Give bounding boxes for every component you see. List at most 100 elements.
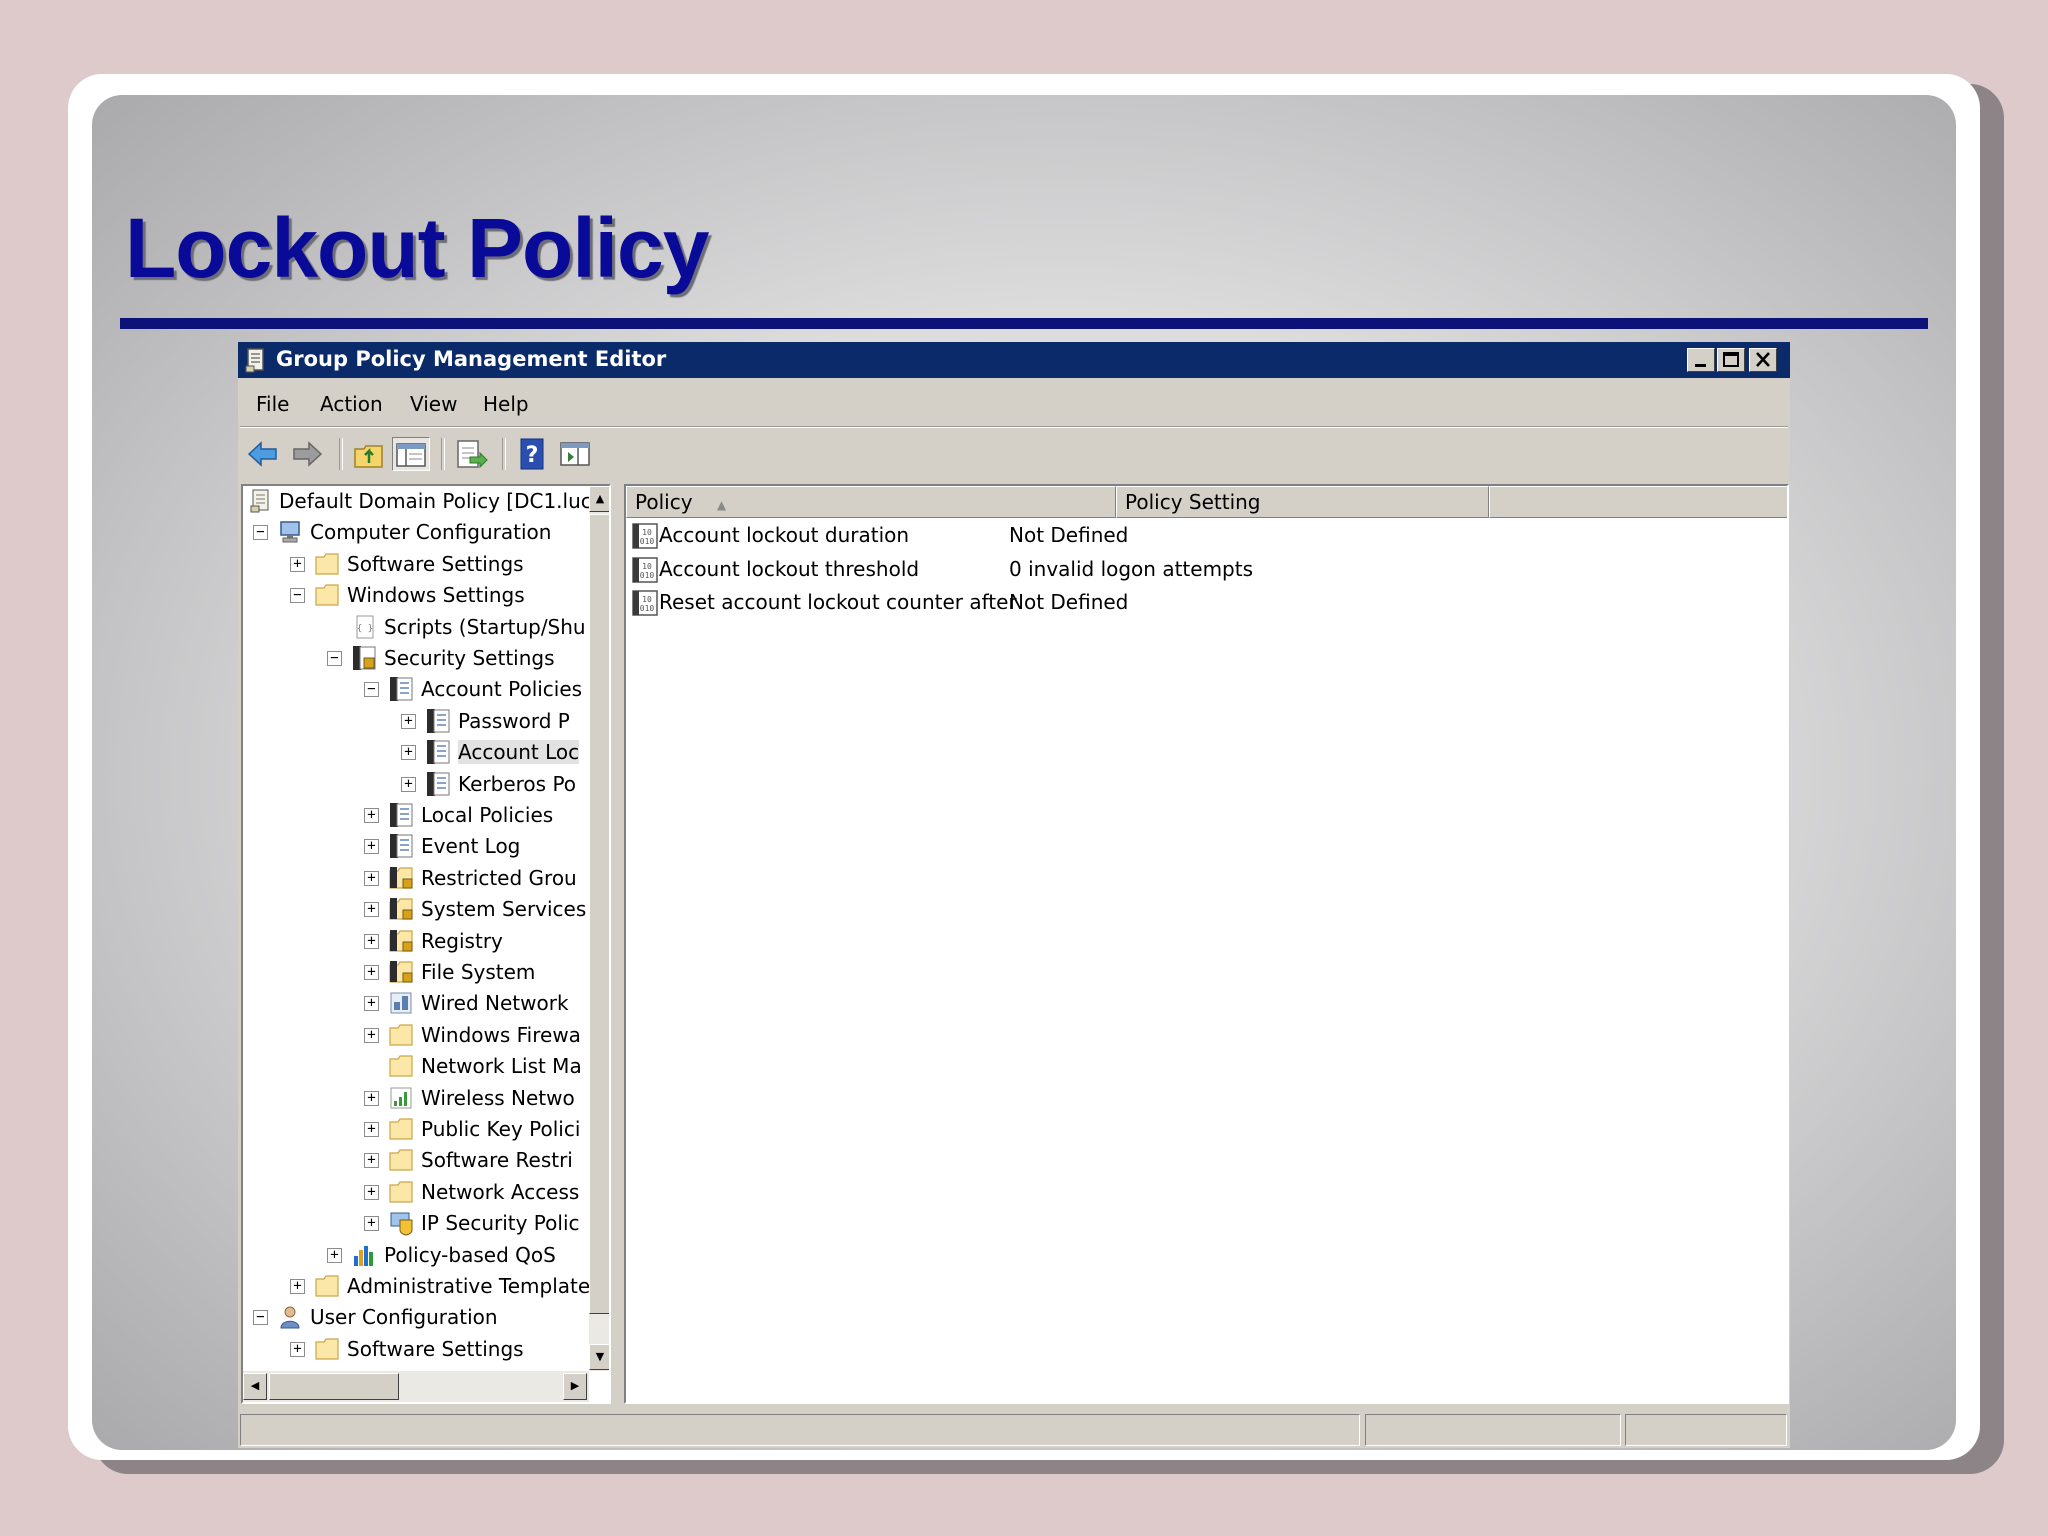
scroll-thumb[interactable] — [269, 1373, 399, 1400]
tree-item[interactable]: + Administrative Template — [243, 1271, 591, 1301]
tree-item[interactable]: − Security Settings — [243, 643, 589, 673]
scroll-thumb[interactable] — [589, 514, 609, 1314]
svg-text:010: 010 — [640, 537, 655, 546]
tree-item[interactable]: + Password P — [243, 706, 589, 736]
policy-row[interactable]: 10 010 Reset account lockout counter after… — [626, 587, 1786, 619]
tree-item[interactable]: Network List Ma — [243, 1051, 589, 1081]
expand-icon[interactable]: + — [327, 1247, 342, 1263]
tree-item[interactable]: + Restricted Grou — [243, 863, 589, 893]
forward-button[interactable] — [290, 437, 324, 471]
close-button[interactable] — [1749, 348, 1777, 372]
tree-item[interactable]: + Local Policies — [243, 800, 589, 830]
tree-item[interactable]: { } Scripts (Startup/Shu — [243, 612, 589, 642]
tree-item[interactable]: + Software Restri — [243, 1145, 589, 1175]
wired-network-icon — [388, 990, 416, 1016]
window-titlebar[interactable]: Group Policy Management Editor — [238, 342, 1790, 378]
forward-arrow-icon — [293, 441, 323, 467]
expand-icon[interactable]: + — [364, 1090, 379, 1106]
maximize-button[interactable] — [1717, 348, 1745, 372]
scroll-left-button[interactable]: ◀ — [243, 1373, 267, 1400]
column-header-empty[interactable] — [1489, 486, 1787, 518]
collapse-icon[interactable]: − — [327, 651, 342, 666]
expand-icon[interactable]: + — [401, 776, 416, 792]
tree-item[interactable]: + System Services — [243, 894, 589, 924]
tree-item[interactable]: − Windows Settings — [243, 580, 589, 610]
title-divider — [120, 318, 1928, 329]
expand-icon[interactable]: + — [290, 1279, 305, 1294]
tree-item[interactable]: − User Configuration — [243, 1302, 589, 1332]
menu-action[interactable]: Action — [320, 392, 383, 416]
expand-icon[interactable]: + — [364, 996, 379, 1012]
tree-horizontal-scrollbar[interactable]: ◀ ▶ — [243, 1371, 589, 1402]
expand-icon[interactable]: + — [364, 902, 379, 918]
expand-icon[interactable]: + — [290, 1341, 305, 1357]
tree-item[interactable]: + Wired Network — [243, 988, 589, 1018]
collapse-icon[interactable]: − — [253, 525, 268, 541]
tree-item[interactable]: + IP Security Polic — [243, 1208, 589, 1238]
folder-icon — [314, 1336, 342, 1362]
tree-item[interactable]: Default Domain Policy [DC1.luce — [243, 486, 604, 516]
menu-view[interactable]: View — [410, 392, 457, 416]
tree-item[interactable]: + File System — [243, 957, 589, 987]
expand-icon[interactable]: + — [364, 1216, 379, 1232]
tree-item[interactable]: + Public Key Polici — [243, 1114, 589, 1144]
tree-item[interactable]: + Kerberos Po — [243, 769, 589, 799]
tree-vertical-scrollbar[interactable]: ▲ ▼ — [589, 486, 609, 1371]
expand-icon[interactable]: + — [290, 556, 305, 572]
tree-item[interactable]: + Windows Firewa — [243, 1020, 589, 1050]
column-header-policy-setting[interactable]: Policy Setting — [1116, 486, 1489, 518]
minimize-button[interactable] — [1687, 348, 1715, 372]
expand-icon[interactable]: + — [364, 1153, 379, 1169]
tree-item-label: Administrative Template — [347, 1274, 591, 1298]
export-list-icon — [457, 440, 488, 469]
tree-item[interactable]: + Wireless Netwo — [243, 1083, 589, 1113]
svg-text:10: 10 — [642, 528, 652, 537]
console-tree[interactable]: Default Domain Policy [DC1.luce − Computer… — [241, 484, 611, 1404]
help-button[interactable]: ? — [516, 437, 550, 471]
expand-icon[interactable]: + — [364, 965, 379, 980]
column-header-policy[interactable]: Policy ▲ — [626, 486, 1116, 518]
tree-item[interactable]: + Account Loc — [243, 737, 589, 767]
tree-item[interactable]: − Computer Configuration — [243, 517, 589, 547]
details-pane[interactable]: Policy ▲ Policy Setting 10 010 Account loc… — [624, 484, 1789, 1404]
tree-item[interactable]: + Software Settings — [243, 1334, 589, 1364]
scroll-right-button[interactable]: ▶ — [563, 1373, 587, 1400]
tree-item[interactable]: + Policy-based QoS — [243, 1240, 589, 1270]
policy-name: Account lockout duration — [659, 523, 910, 547]
up-one-level-button[interactable] — [352, 437, 386, 471]
policy-row[interactable]: 10 010 Account lockout duration Not Defined — [626, 520, 1786, 552]
back-button[interactable] — [246, 437, 280, 471]
tree-item[interactable]: + Registry — [243, 926, 589, 956]
scroll-down-button[interactable]: ▼ — [589, 1344, 609, 1370]
expand-icon[interactable]: + — [364, 808, 379, 823]
expand-icon[interactable]: + — [364, 933, 379, 949]
expand-icon[interactable]: + — [364, 1122, 379, 1137]
tree-item[interactable]: − Account Policies — [243, 674, 589, 704]
tree-item[interactable]: + Event Log — [243, 831, 589, 861]
policy-book-icon — [425, 708, 453, 734]
expand-icon[interactable]: + — [401, 745, 416, 761]
expand-icon[interactable]: + — [364, 870, 379, 886]
collapse-icon[interactable]: − — [290, 588, 305, 604]
collapse-icon[interactable]: − — [253, 1310, 268, 1326]
expand-icon[interactable]: + — [364, 839, 379, 855]
export-list-button[interactable] — [454, 437, 488, 471]
menu-help[interactable]: Help — [483, 392, 529, 416]
sort-ascending-icon: ▲ — [716, 498, 727, 512]
tree-item[interactable]: + Software Settings — [243, 549, 589, 579]
policy-book-icon — [388, 833, 416, 859]
show-hide-action-pane-button[interactable] — [558, 437, 592, 471]
expand-icon[interactable]: + — [364, 1184, 379, 1200]
policy-book-icon — [425, 771, 453, 797]
status-panel — [240, 1414, 1360, 1446]
binary-policy-icon: 10 010 — [631, 589, 659, 617]
policy-row[interactable]: 10 010 Account lockout threshold 0 invalid … — [626, 554, 1786, 586]
scroll-up-button[interactable]: ▲ — [589, 486, 609, 512]
expand-icon[interactable]: + — [401, 713, 416, 729]
show-hide-console-tree-button[interactable] — [392, 437, 430, 471]
menu-file[interactable]: File — [256, 392, 289, 416]
status-panel — [1365, 1414, 1621, 1446]
expand-icon[interactable]: + — [364, 1027, 379, 1043]
collapse-icon[interactable]: − — [364, 682, 379, 698]
tree-item[interactable]: + Network Access — [243, 1177, 589, 1207]
